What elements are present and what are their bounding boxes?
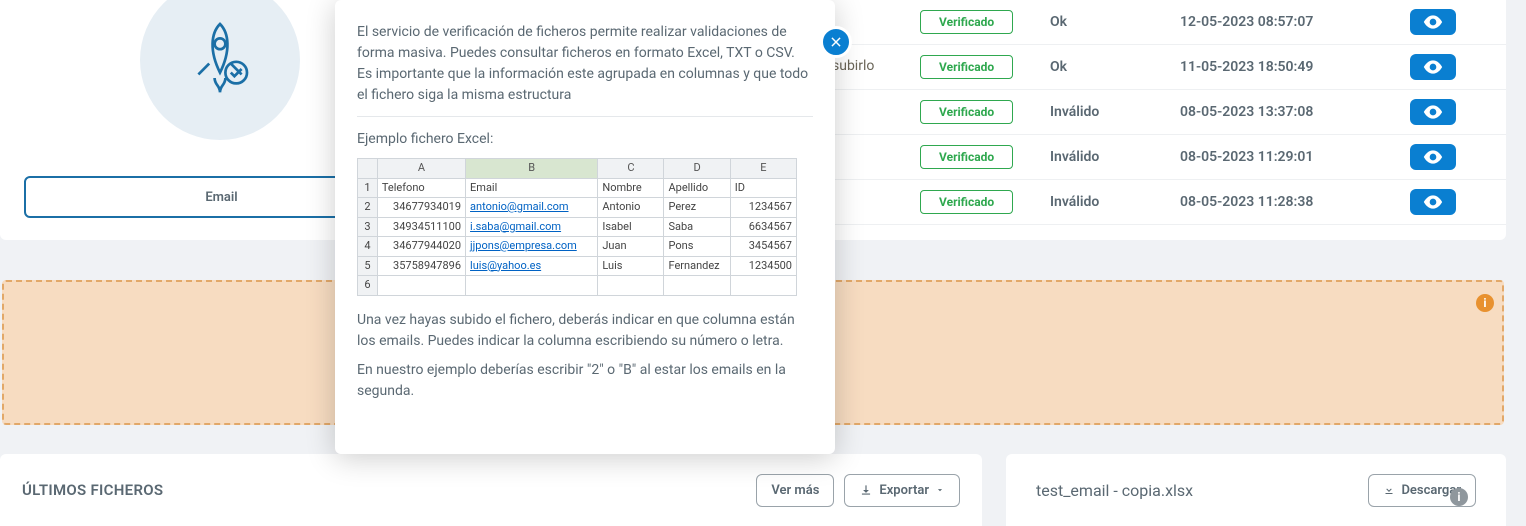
excel-col-header: A [377, 159, 465, 179]
excel-row: 1 Telefono Email Nombre Apellido ID [358, 178, 797, 198]
modal-example-label: Ejemplo fichero Excel: [357, 129, 813, 150]
excel-email-link: luis@yahoo.es [470, 259, 541, 272]
modal-intro-text: El servicio de verificación de ficheros … [357, 22, 813, 106]
help-modal: El servicio de verificación de ficheros … [335, 0, 835, 454]
excel-row: 6 [358, 276, 797, 296]
excel-row: 3 34934511100 i.saba@gmail.com Isabel Sa… [358, 217, 797, 237]
modal-after-text-2: En nuestro ejemplo deberías escribir "2"… [357, 360, 813, 402]
excel-email-link: antonio@gmail.com [470, 200, 568, 213]
close-button[interactable] [820, 26, 852, 58]
close-icon [829, 35, 843, 49]
excel-email-link: jjpons@empresa.com [470, 239, 577, 252]
excel-col-header: C [598, 159, 664, 179]
excel-corner [358, 159, 378, 179]
excel-row: 5 35758947896 luis@yahoo.es Luis Fernand… [358, 256, 797, 276]
excel-email-link: i.saba@gmail.com [470, 220, 561, 233]
excel-col-header-selected: B [466, 159, 598, 179]
excel-col-header: E [730, 159, 796, 179]
modal-overlay: El servicio de verificación de ficheros … [0, 0, 1526, 526]
excel-row: 2 34677934019 antonio@gmail.com Antonio … [358, 198, 797, 218]
excel-row: 4 34677944020 jjpons@empresa.com Juan Po… [358, 237, 797, 257]
divider [357, 116, 813, 117]
excel-col-header: D [664, 159, 730, 179]
modal-after-text-1: Una vez hayas subido el fichero, deberás… [357, 310, 813, 352]
excel-preview: A B C D E 1 Telefono Email Nombre Apelli… [357, 158, 797, 296]
